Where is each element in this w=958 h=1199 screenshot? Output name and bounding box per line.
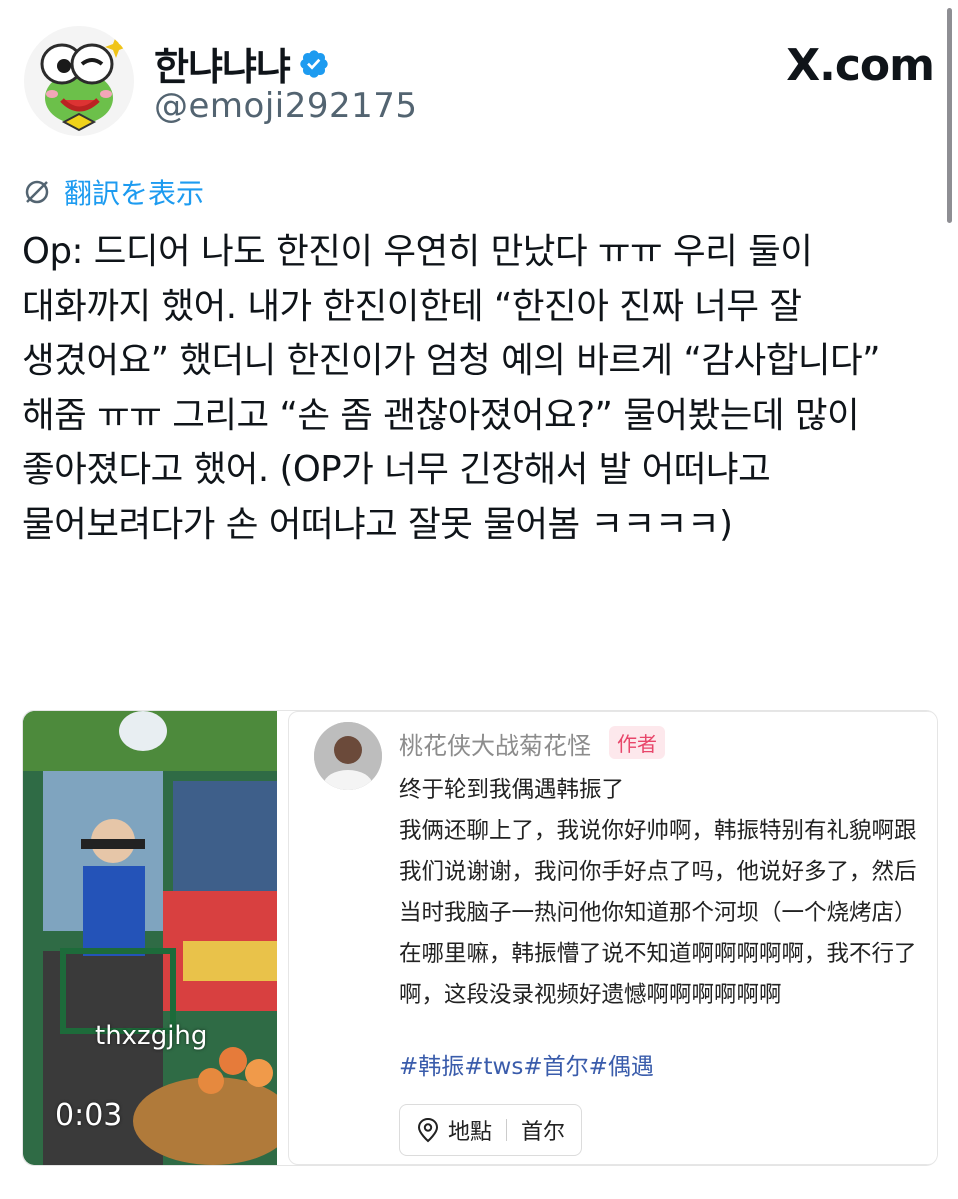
video-watermark: thxzgjhg: [95, 1021, 208, 1051]
post-author-avatar-image: [314, 722, 382, 790]
location-label: 地點: [448, 1120, 493, 1145]
video-thumbnail[interactable]: thxzgjhg 0:03: [23, 711, 277, 1165]
translate-button[interactable]: 翻訳を表示: [22, 172, 204, 212]
video-duration: 0:03: [55, 1098, 123, 1133]
author-badge: 作者: [609, 726, 665, 759]
display-name-row: 한냐냐냐: [154, 36, 330, 91]
video-frame-image: [23, 711, 277, 1165]
post-text: 终于轮到我偶遇韩振了 我俩还聊上了，我说你好帅啊，韩振特别有礼貌啊跟我们说谢谢，…: [399, 777, 917, 1008]
scroll-indicator[interactable]: [947, 8, 952, 223]
location-chip[interactable]: 地點 首尔: [399, 1104, 583, 1156]
translate-label: 翻訳を表示: [64, 177, 205, 210]
embedded-post[interactable]: 桃花侠大战菊花怪 作者 终于轮到我偶遇韩振了 我俩还聊上了，我说你好帅啊，韩振特…: [288, 711, 937, 1165]
translate-globe-icon: [25, 180, 49, 204]
avatar[interactable]: [24, 26, 134, 136]
tweet-header: 한냐냐냐 @emoji292175 X.com: [24, 26, 935, 136]
post-author-avatar[interactable]: [314, 722, 382, 790]
site-logo: X.com: [786, 40, 935, 91]
post-hashtags[interactable]: #韩振#tws#首尔#偶遇: [399, 1047, 654, 1081]
display-name[interactable]: 한냐냐냐: [154, 36, 291, 91]
verified-badge-icon: [300, 49, 328, 78]
user-handle[interactable]: @emoji292175: [154, 86, 418, 126]
location-value: 首尔: [521, 1120, 566, 1145]
media-card[interactable]: thxzgjhg 0:03 桃花侠大战菊花怪 作者 终于轮到我偶遇韩振了 我俩还…: [22, 710, 938, 1166]
location-pin-icon: [417, 1117, 439, 1143]
tweet-text: Op: 드디어 나도 한진이 우연히 만났다 ㅠㅠ 우리 둘이 대화까지 했어.…: [22, 231, 881, 545]
frog-avatar-image: [40, 36, 127, 132]
post-author-name[interactable]: 桃花侠大战菊花怪: [399, 726, 591, 761]
chip-divider: [506, 1119, 508, 1141]
